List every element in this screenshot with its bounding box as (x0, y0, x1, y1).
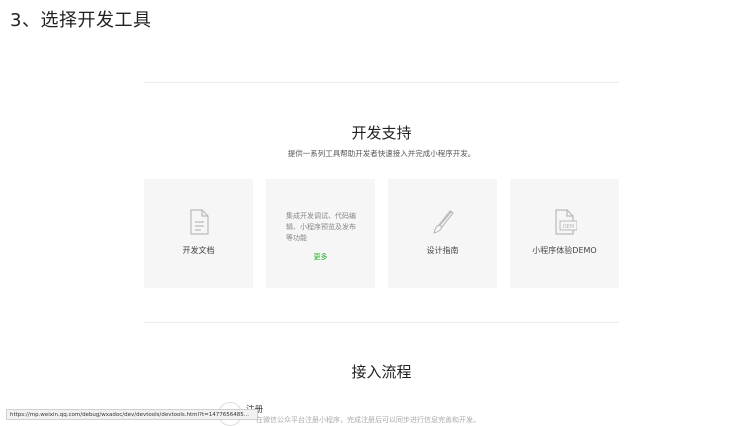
top-divider (144, 82, 619, 83)
card-label: 设计指南 (426, 246, 459, 255)
card-description: 集成开发调试、代码编辑、小程序预览及发布等功能 (286, 212, 356, 242)
support-section-title: 开发支持 (351, 124, 412, 142)
status-bar-url: https://mp.weixin.qq.com/debug/wxadoc/de… (6, 409, 258, 420)
card-demo[interactable]: DEM 小程序体验DEMO (510, 179, 619, 288)
document-icon (187, 209, 211, 235)
flow-section-title: 接入流程 (351, 363, 412, 381)
card-dev-tools[interactable]: 集成开发调试、代码编辑、小程序预览及发布等功能 更多 (266, 179, 375, 288)
card-label: 开发文档 (182, 246, 215, 255)
developer-support-panel: 开发支持 提供一系列工具帮助开发者快速接入并完成小程序开发。 开发文档 集成开发… (144, 82, 619, 426)
step-text: 在微信公众平台注册小程序，完成注册后可以同步进行信息完善和开发。 (256, 416, 480, 424)
demo-icon: DEM (553, 209, 578, 235)
svg-text:DEM: DEM (563, 224, 574, 230)
support-subtitle: 提供一系列工具帮助开发者快速接入并完成小程序开发。 (287, 149, 476, 158)
section-divider (144, 322, 619, 323)
card-dev-docs[interactable]: 开发文档 (144, 179, 253, 288)
more-link[interactable]: 更多 (266, 252, 375, 262)
flow-step-register: 注册 在微信公众平台注册小程序，完成注册后可以同步进行信息完善和开发。 (216, 399, 636, 426)
step-title: 3、选择开发工具 (10, 10, 152, 31)
card-label: 小程序体验DEMO (532, 246, 597, 255)
card-design-guide[interactable]: 设计指南 (388, 179, 497, 288)
brush-icon (431, 209, 455, 235)
